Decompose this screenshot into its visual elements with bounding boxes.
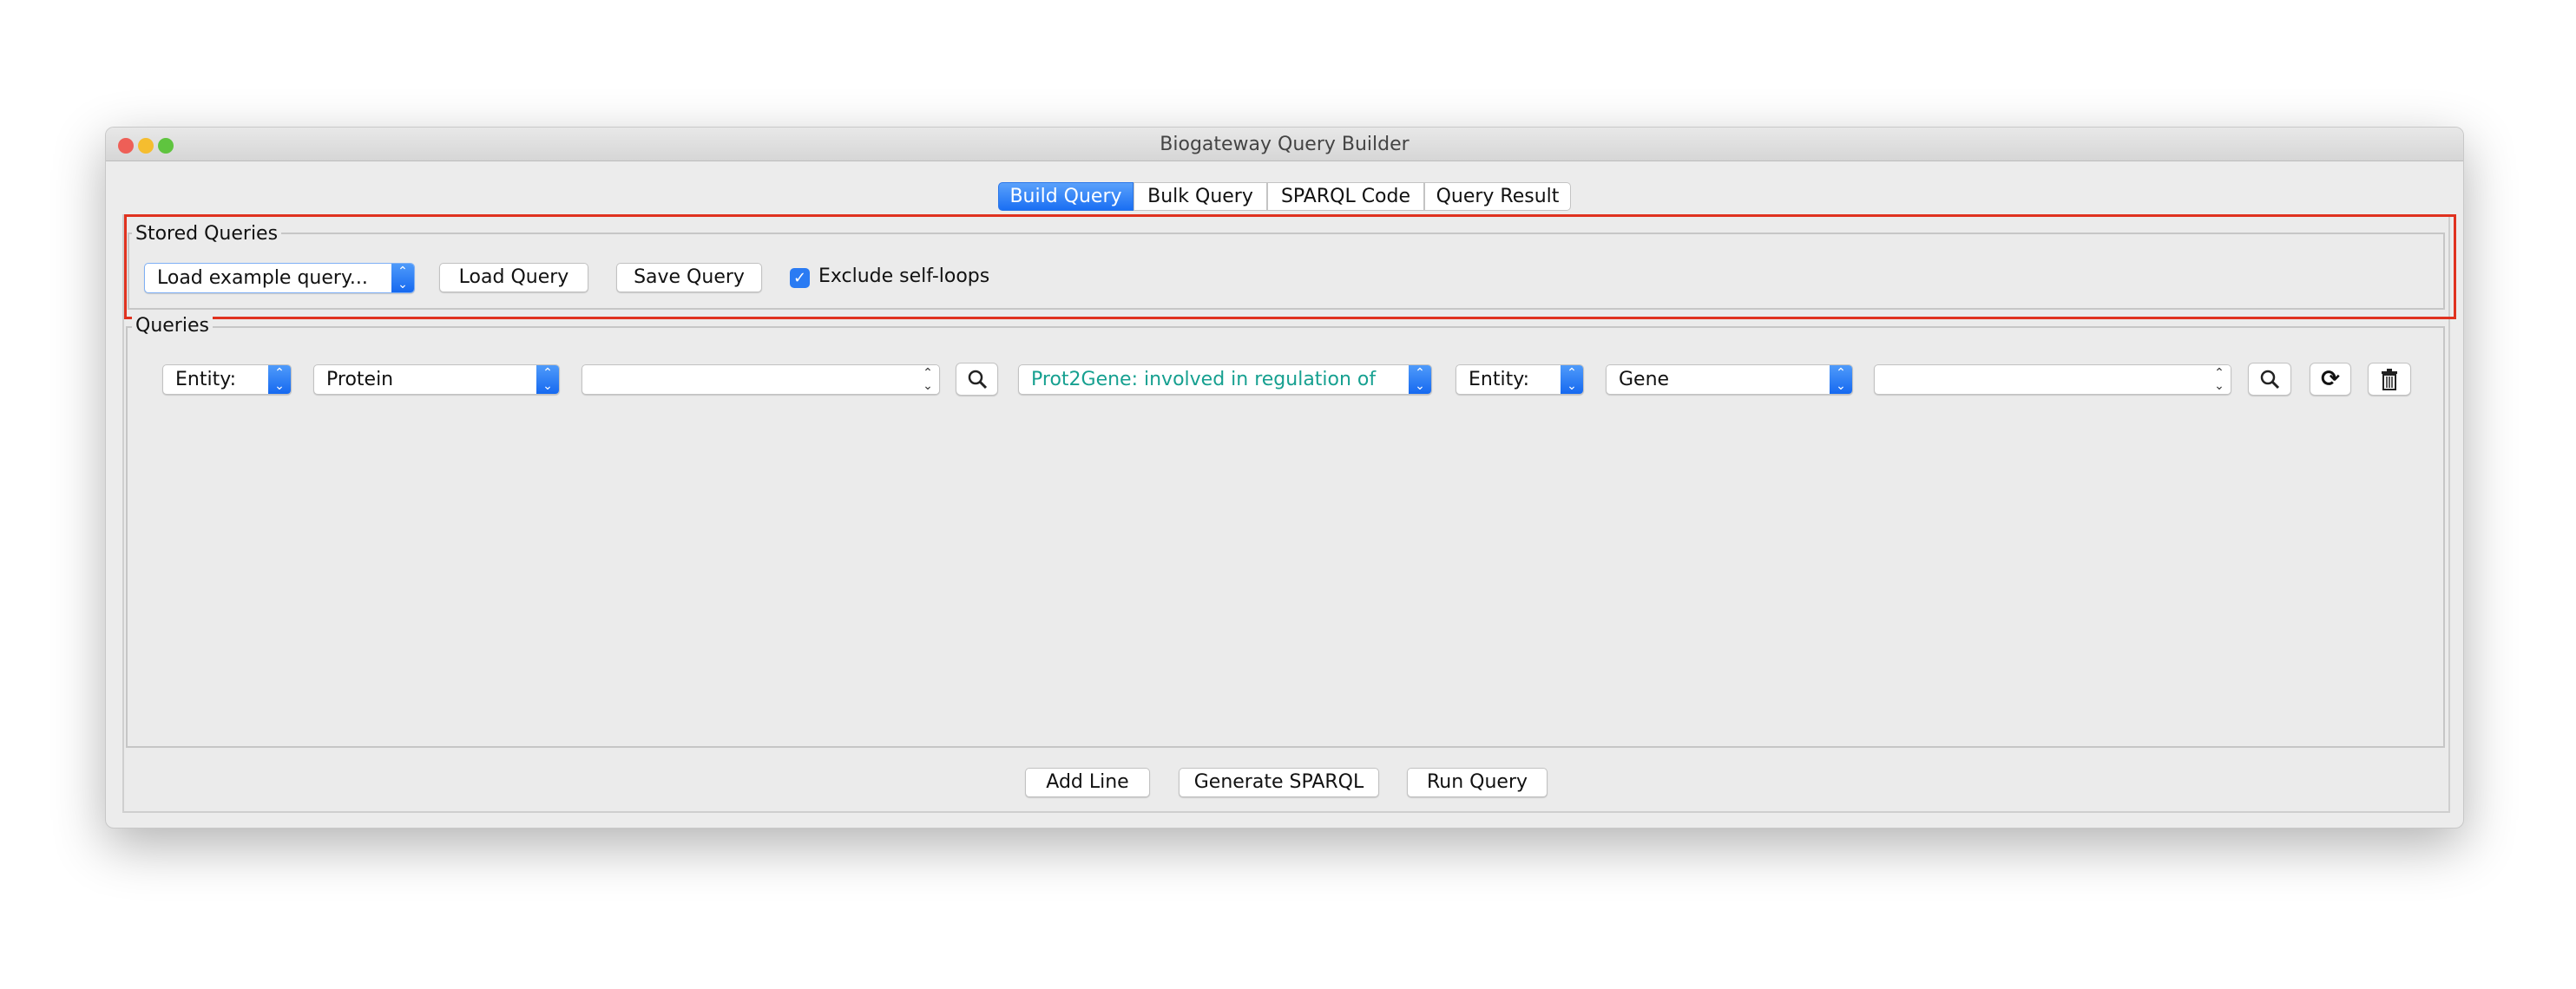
entity1-search-combo[interactable]: ⌃ ⌄ — [582, 364, 940, 395]
entity2-search-button[interactable] — [2248, 363, 2291, 396]
chevron-updown-icon: ⌃ ⌄ — [268, 365, 291, 394]
chevron-updown-icon: ⌃ ⌄ — [1561, 365, 1583, 394]
tab-sparql-code[interactable]: SPARQL Code — [1267, 182, 1424, 211]
app-window: Biogateway Query Builder Build Query Bul… — [105, 127, 2464, 829]
entity1-type-value: Entity: — [175, 369, 237, 390]
tab-build-query[interactable]: Build Query — [998, 182, 1134, 211]
search-icon — [2260, 370, 2280, 390]
entity2-type-value: Entity: — [1469, 369, 1530, 390]
swap-button[interactable]: ⟳ — [2310, 363, 2351, 396]
title-bar: Biogateway Query Builder — [106, 128, 2463, 161]
chevron-updown-icon: ⌃ ⌄ — [2208, 365, 2231, 394]
tab-query-result[interactable]: Query Result — [1424, 182, 1571, 211]
trash-icon — [2382, 369, 2397, 390]
queries-label: Queries — [132, 315, 213, 337]
relation-value: Prot2Gene: involved in regulation of — [1031, 369, 1377, 390]
entity2-value-select[interactable]: Gene ⌃ ⌄ — [1606, 364, 1853, 395]
minimize-window-button[interactable] — [138, 138, 154, 154]
highlight-box — [124, 214, 2456, 319]
search-icon — [968, 370, 987, 390]
close-window-button[interactable] — [118, 138, 134, 154]
refresh-icon: ⟳ — [2321, 366, 2340, 392]
add-line-button[interactable]: Add Line — [1025, 768, 1150, 797]
entity1-search-button[interactable] — [956, 363, 998, 396]
delete-line-button[interactable] — [2368, 363, 2411, 396]
entity1-value: Protein — [326, 369, 394, 390]
zoom-window-button[interactable] — [158, 138, 174, 154]
run-query-button[interactable]: Run Query — [1407, 768, 1548, 797]
tab-bulk-query[interactable]: Bulk Query — [1134, 182, 1267, 211]
entity2-type-select[interactable]: Entity: ⌃ ⌄ — [1456, 364, 1584, 395]
entity2-value: Gene — [1619, 369, 1670, 390]
entity1-type-select[interactable]: Entity: ⌃ ⌄ — [162, 364, 292, 395]
entity2-search-combo[interactable]: ⌃ ⌄ — [1874, 364, 2231, 395]
window-title: Biogateway Query Builder — [1160, 134, 1410, 155]
generate-sparql-button[interactable]: Generate SPARQL — [1179, 768, 1379, 797]
entity1-value-select[interactable]: Protein ⌃ ⌄ — [313, 364, 560, 395]
relation-select[interactable]: Prot2Gene: involved in regulation of ⌃ ⌄ — [1018, 364, 1432, 395]
chevron-updown-icon: ⌃ ⌄ — [1409, 365, 1431, 394]
chevron-updown-icon: ⌃ ⌄ — [917, 365, 939, 394]
chevron-updown-icon: ⌃ ⌄ — [1830, 365, 1852, 394]
chevron-updown-icon: ⌃ ⌄ — [536, 365, 559, 394]
